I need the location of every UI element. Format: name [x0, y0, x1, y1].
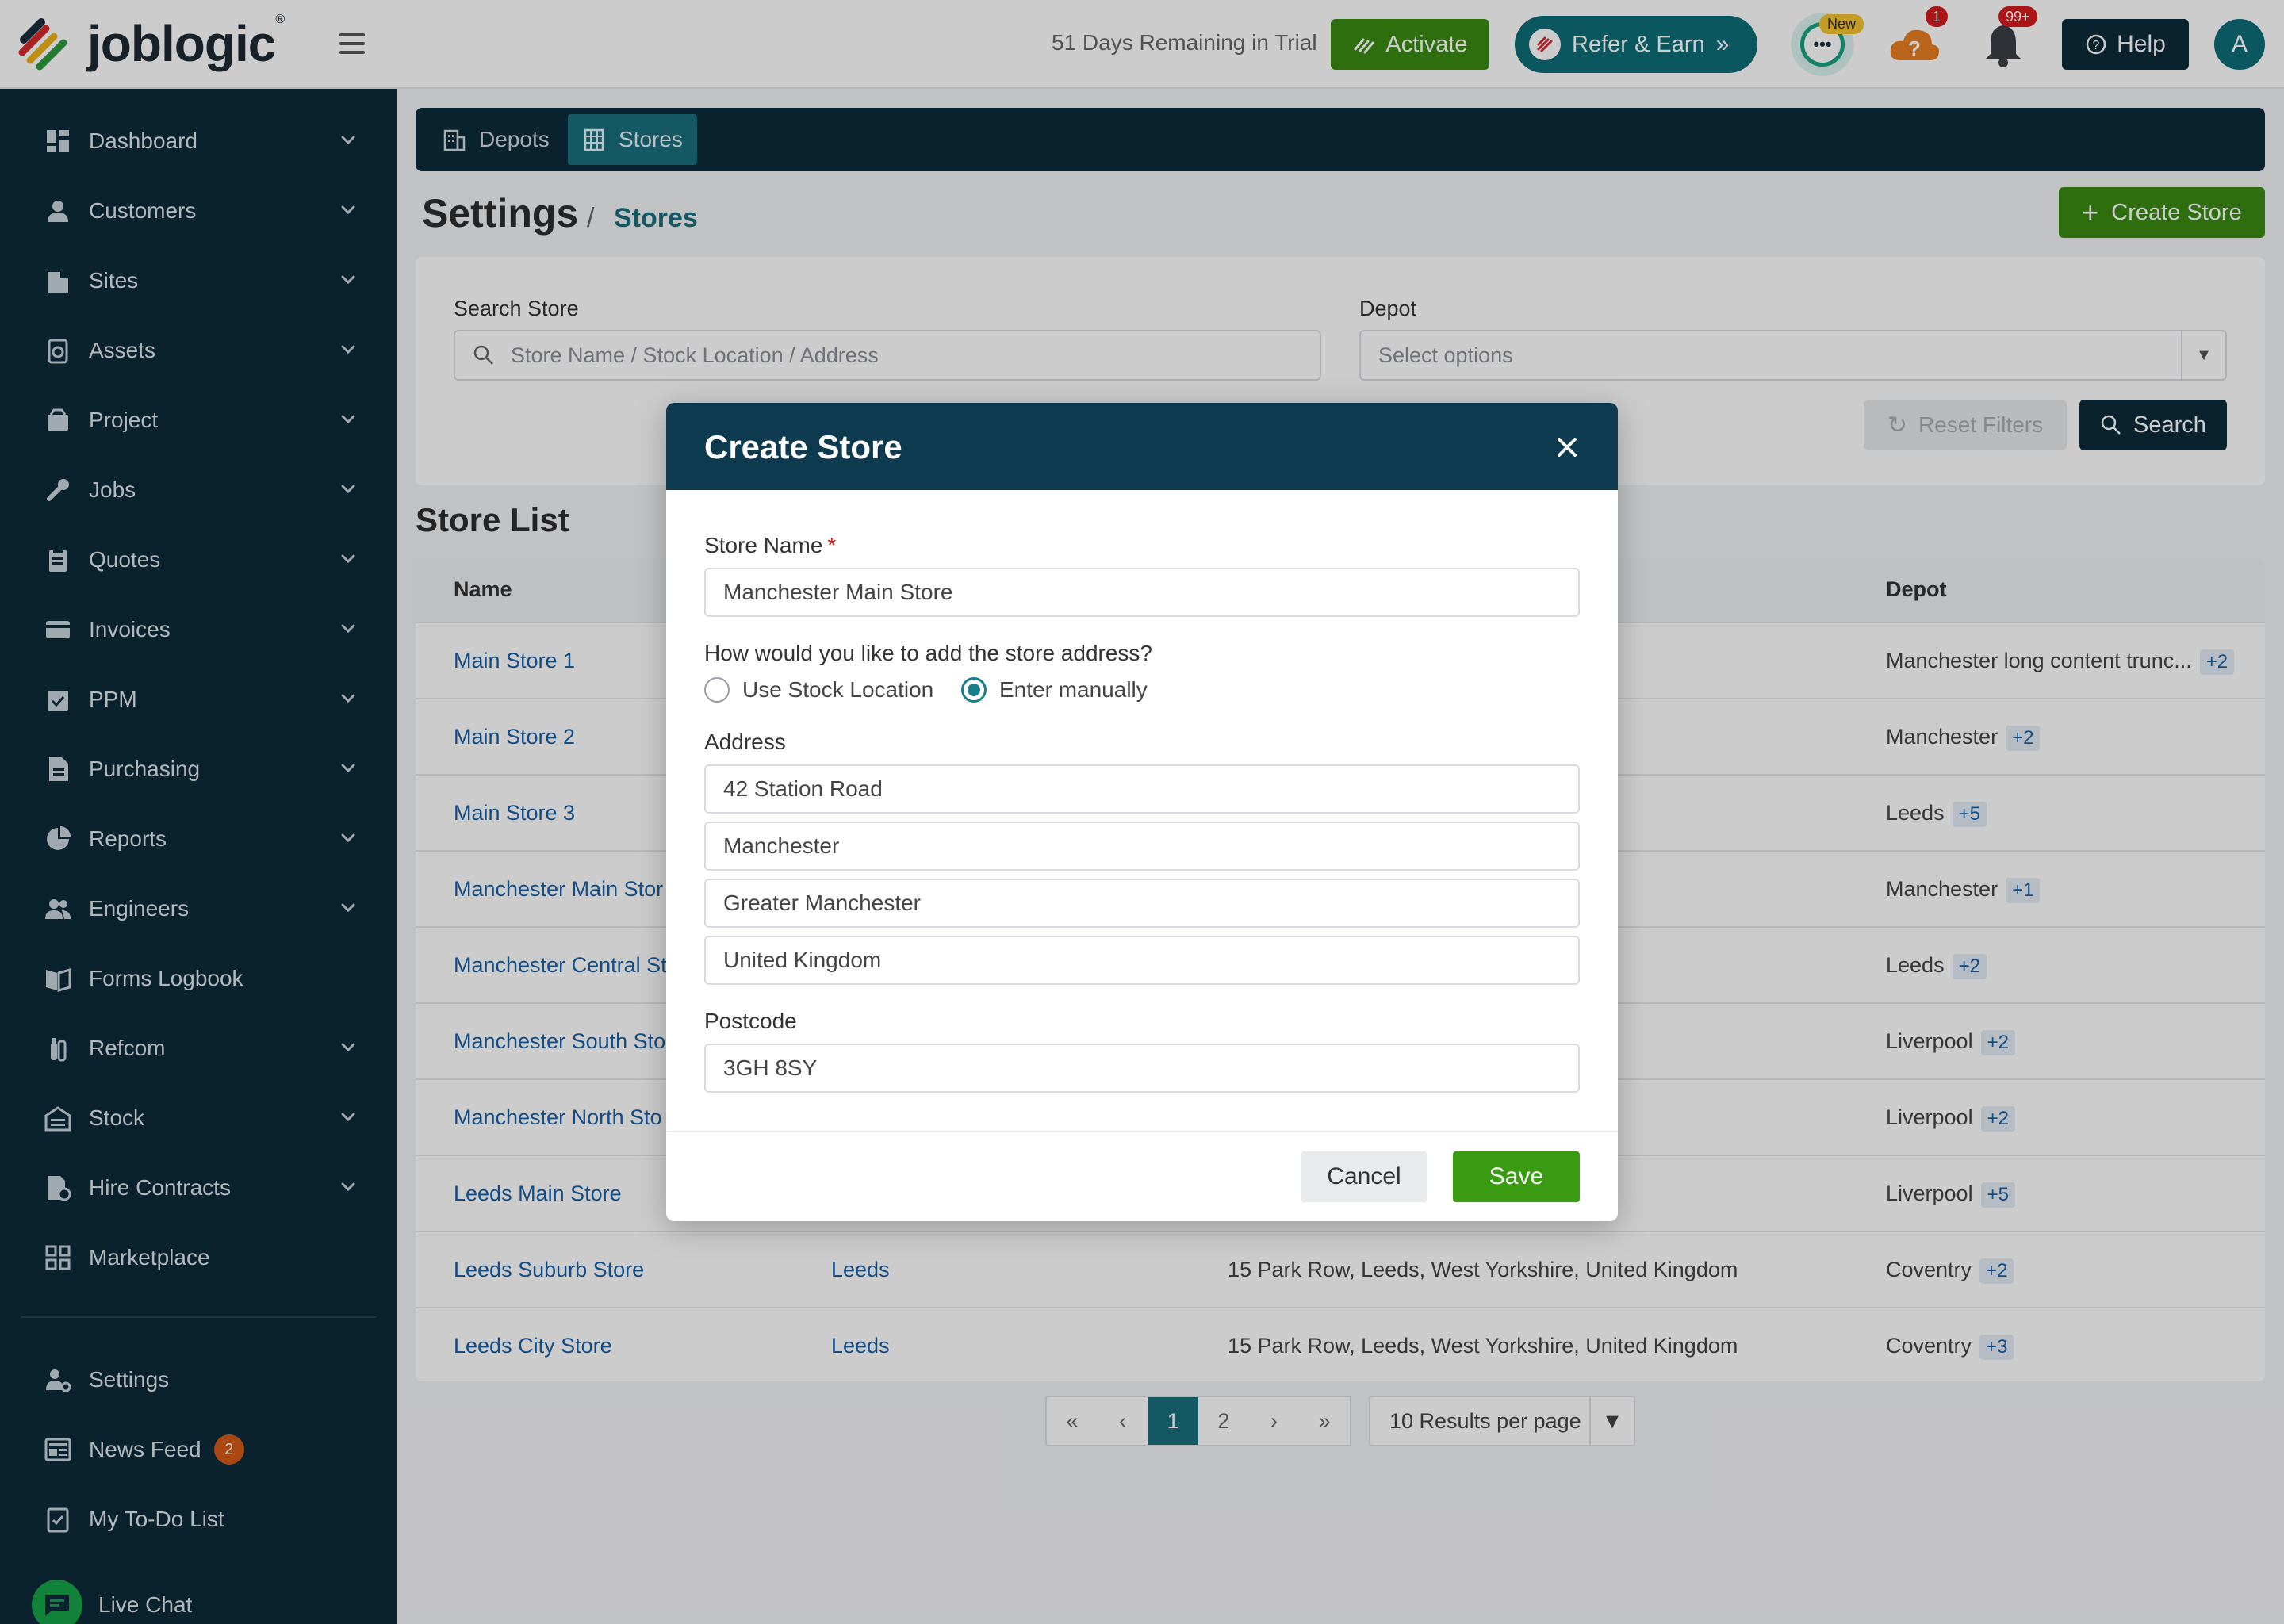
postcode-label: Postcode — [704, 1009, 797, 1033]
radio-enter-manually[interactable]: Enter manually — [961, 677, 1148, 703]
cancel-button[interactable]: Cancel — [1301, 1151, 1428, 1202]
postcode-input[interactable]: 3GH 8SY — [704, 1044, 1580, 1093]
close-icon[interactable] — [1551, 431, 1583, 463]
address-line-2-input[interactable]: Manchester — [704, 822, 1580, 871]
radio-circle — [704, 677, 730, 703]
radio-label: Enter manually — [999, 677, 1148, 702]
modal-title: Create Store — [704, 428, 902, 465]
radio-circle-selected — [961, 677, 987, 703]
radio-label: Use Stock Location — [742, 677, 934, 702]
store-name-input[interactable]: Manchester Main Store — [704, 568, 1580, 617]
modal-header: Create Store — [666, 403, 1618, 490]
address-label: Address — [704, 730, 786, 754]
modal-footer-divider — [666, 1131, 1618, 1132]
radio-use-stock-location[interactable]: Use Stock Location — [704, 677, 933, 703]
address-method-question: How would you like to add the store addr… — [704, 641, 1152, 665]
address-line-1-input[interactable]: 42 Station Road — [704, 764, 1580, 814]
store-name-label: Store Name * — [704, 533, 837, 557]
address-line-4-input[interactable]: United Kingdom — [704, 936, 1580, 985]
address-line-3-input[interactable]: Greater Manchester — [704, 879, 1580, 928]
create-store-modal: Create Store Store Name * Manchester Main… — [666, 403, 1618, 1221]
save-button[interactable]: Save — [1453, 1151, 1580, 1202]
